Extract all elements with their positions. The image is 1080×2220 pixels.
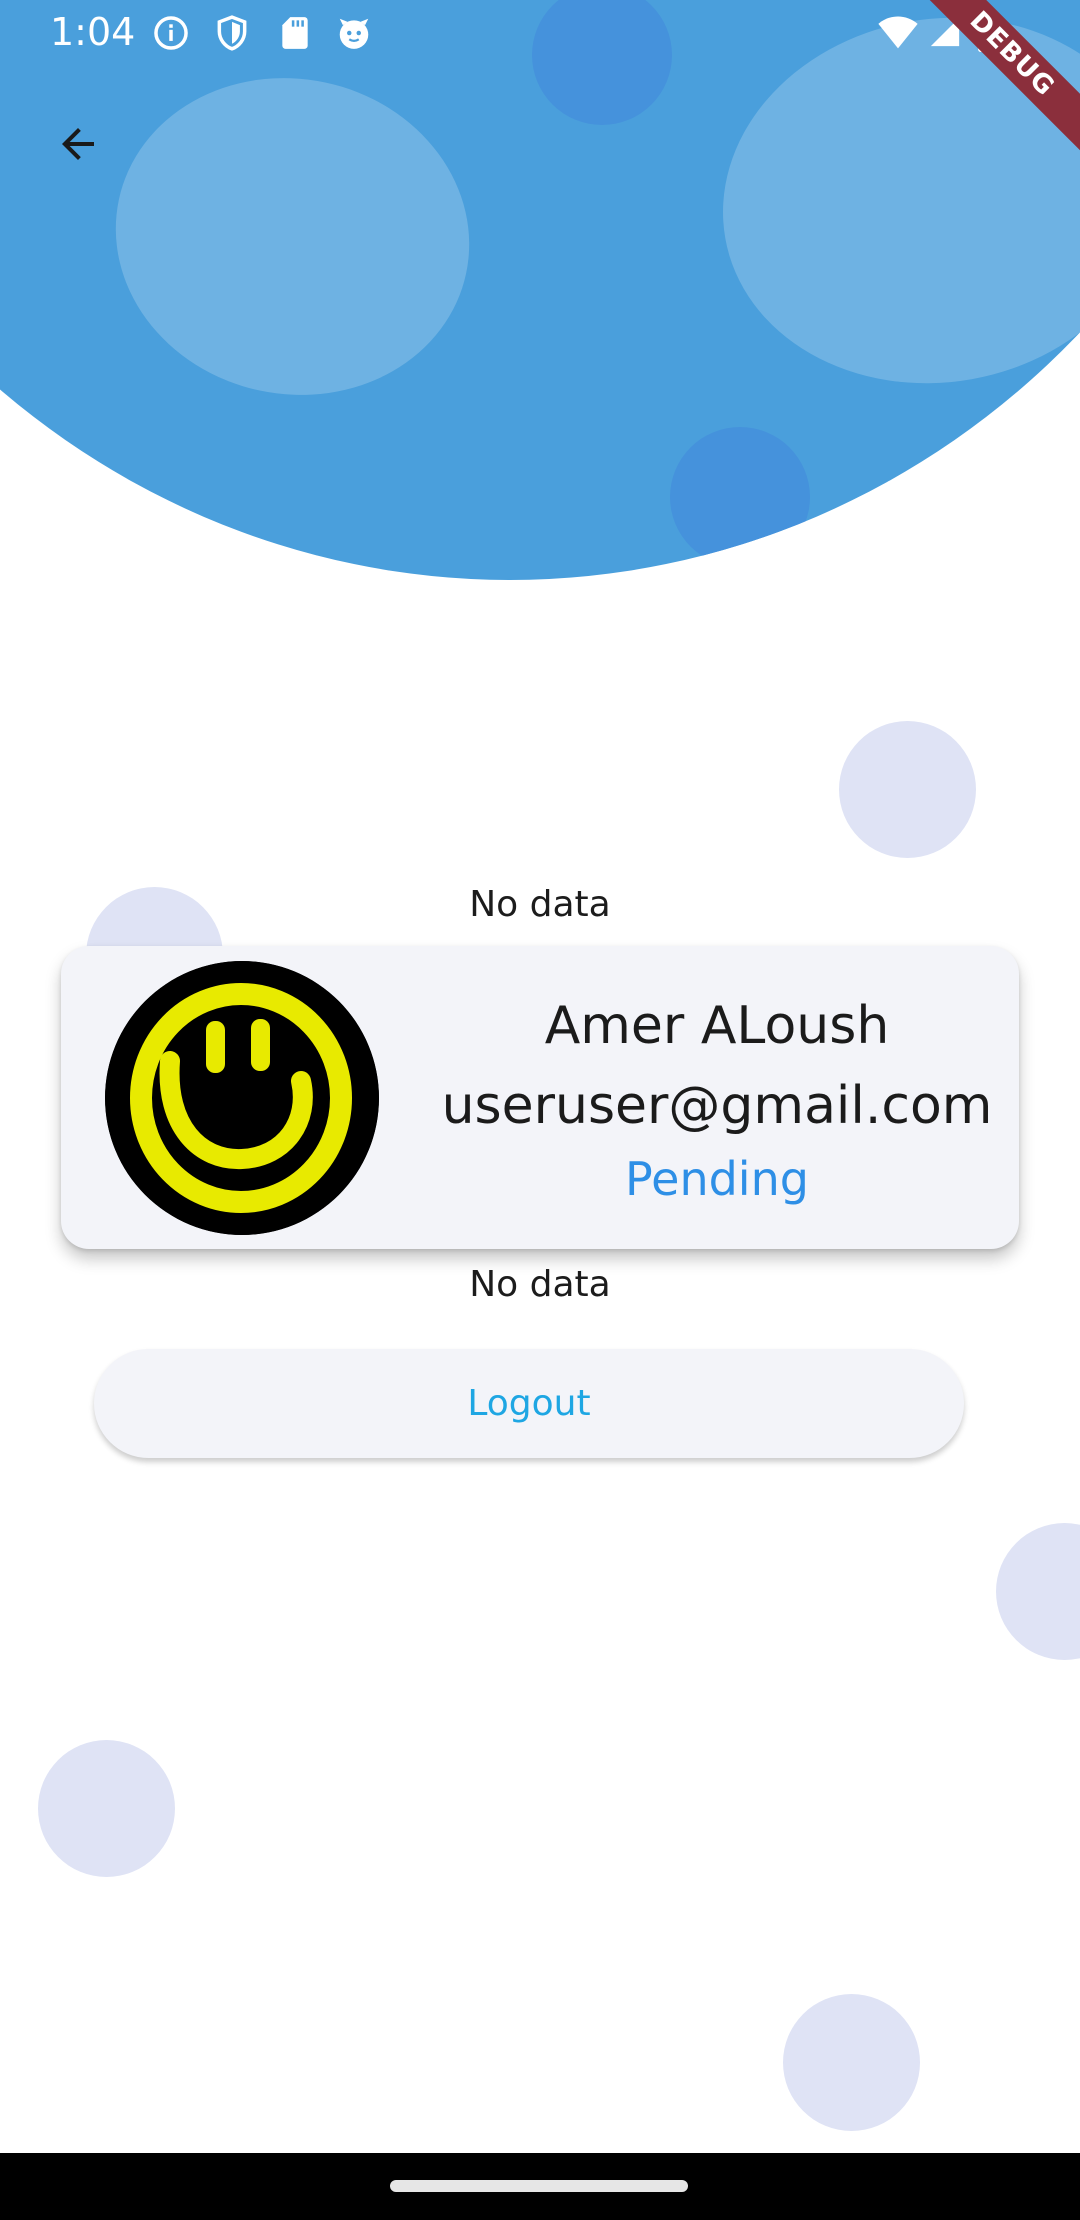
profile-info: Amer ALoush useruser@gmail.com Pending [435, 946, 999, 1249]
profile-screen: 1:04 DEBUG No data Amer ALoush useruser@… [0, 0, 1080, 2220]
decor-circle [996, 1523, 1080, 1660]
header-decor-circle [670, 427, 810, 567]
no-data-label: No data [469, 1264, 611, 1305]
face-icon [339, 18, 369, 49]
header-background [0, 0, 1080, 580]
navigation-bar [0, 2153, 1080, 2220]
status-time: 1:04 [50, 10, 136, 54]
logout-button[interactable]: Logout [94, 1349, 964, 1458]
decor-circle [38, 1740, 175, 1877]
no-data-label: No data [469, 884, 611, 925]
status-bar: 1:04 [0, 0, 1080, 66]
back-button[interactable] [44, 110, 112, 178]
avatar [105, 961, 379, 1235]
shield-icon [217, 15, 247, 51]
user-email: useruser@gmail.com [441, 1076, 993, 1136]
header-decor-circle [86, 45, 499, 428]
user-name: Amer ALoush [544, 996, 890, 1056]
smiley-face-avatar [105, 961, 379, 1235]
arrow-back-icon [62, 128, 94, 160]
status-label: Pending [625, 1152, 809, 1206]
decor-circle [783, 1994, 920, 2131]
decor-circle [839, 721, 976, 858]
info-icon [154, 16, 188, 50]
wifi-icon [878, 16, 918, 49]
home-indicator[interactable] [390, 2180, 688, 2192]
sd-card-icon [282, 17, 308, 49]
profile-card: Amer ALoush useruser@gmail.com Pending [61, 946, 1019, 1249]
